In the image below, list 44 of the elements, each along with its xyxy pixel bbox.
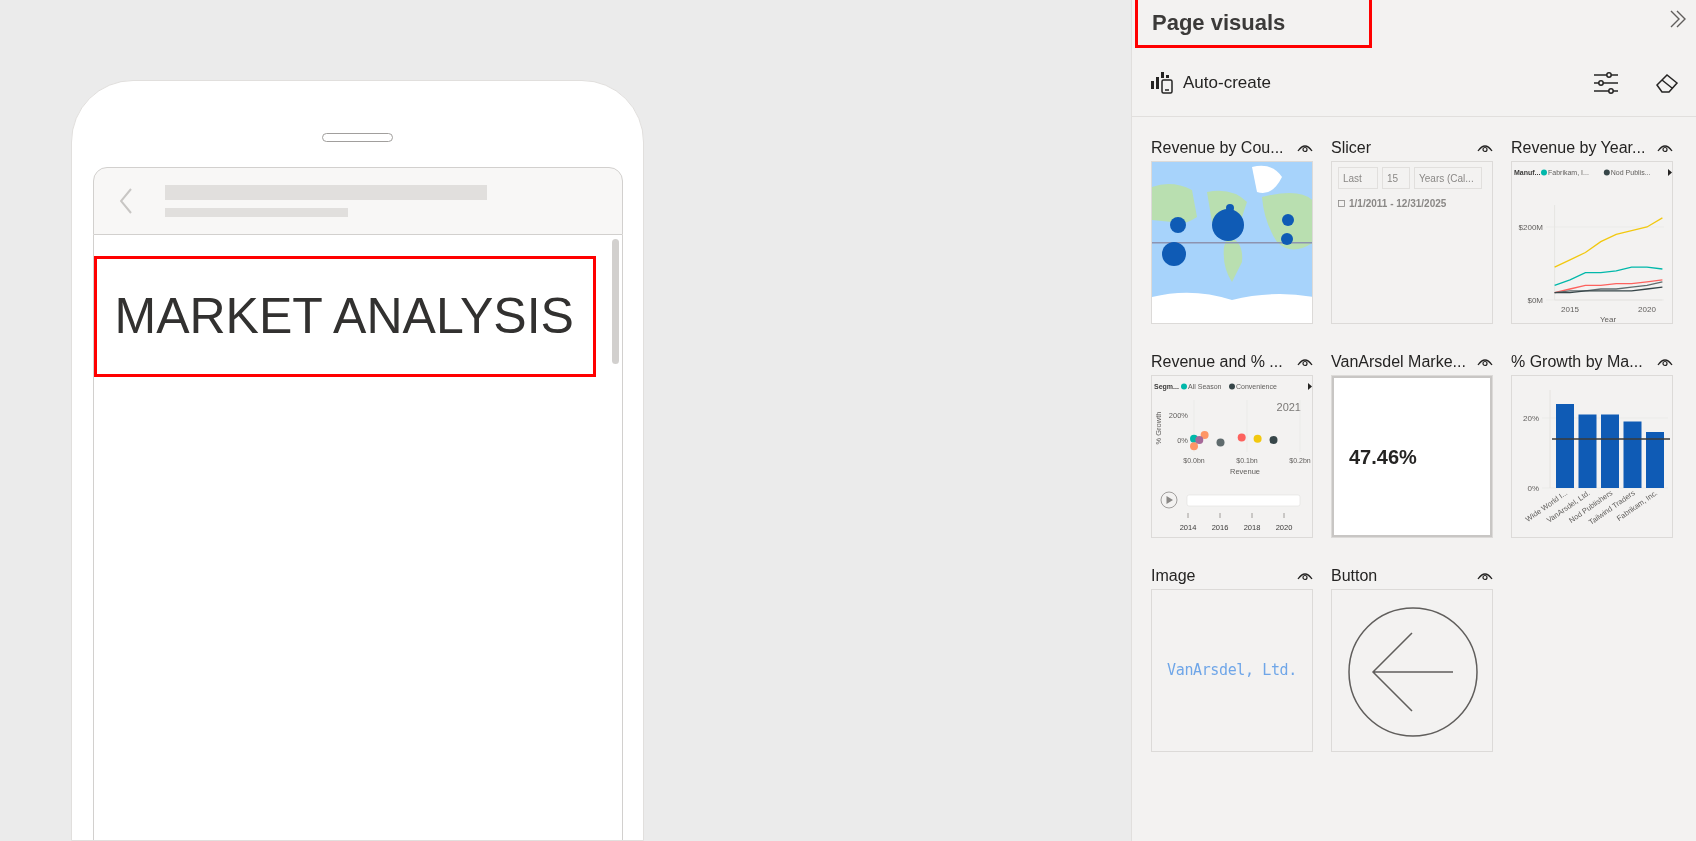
filter-sliders-icon[interactable] [1594,72,1618,94]
visual-title: Slicer [1331,138,1371,158]
visual-title: Image [1151,566,1196,586]
page-title: MARKET ANALYSIS [114,287,574,346]
legend-next-icon[interactable] [1668,169,1672,176]
logo-text: VanArsdel, Ltd. [1167,660,1297,682]
tick-label: 0% [1527,484,1539,493]
visual-title: Revenue and % ... [1151,352,1283,372]
dropdown-field[interactable]: Years (Cal... [1414,167,1482,189]
tick-label: $200M [1518,223,1543,232]
dropdown-field[interactable]: 15 [1382,167,1410,189]
visual-title: Revenue by Year... [1511,138,1646,158]
play-year-label: 2021 [1276,401,1301,413]
visual-title: Button [1331,566,1378,586]
visual-title: Revenue by Cou... [1151,138,1284,158]
tick-label: 2020 [1638,305,1656,314]
visual-thumbnail[interactable]: 47.46% [1331,375,1493,538]
collapse-chevrons-icon[interactable] [1669,10,1687,28]
tick-label: 20% [1523,414,1539,423]
chart-phone-icon [1151,72,1175,94]
eye-icon[interactable] [1657,143,1673,153]
date-range: 1/1/2011 - 12/31/2025 [1349,197,1447,211]
tick-label: $0M [1527,296,1543,305]
eye-icon[interactable] [1477,143,1493,153]
visual-title: % Growth by Ma... [1511,352,1643,372]
visual-title: VanArsdel Marke... [1331,352,1466,372]
eye-icon[interactable] [1477,571,1493,581]
play-button[interactable] [1160,491,1178,509]
eye-icon[interactable] [1657,357,1673,367]
auto-create-button[interactable]: Auto-create [1151,70,1271,96]
eye-icon[interactable] [1477,357,1493,367]
card-value: 47.46% [1349,444,1417,470]
eye-icon[interactable] [1297,143,1313,153]
tick-label: 2015 [1561,305,1579,314]
eraser-icon[interactable] [1656,72,1679,94]
eye-icon[interactable] [1297,357,1313,367]
panel-title: Page visuals [1152,9,1286,37]
legend-next-icon[interactable] [1308,383,1312,390]
dropdown-field[interactable]: Last [1338,167,1378,189]
axis-title: Year [1599,315,1617,323]
scrollbar-thumb[interactable] [611,239,619,364]
eye-icon[interactable] [1297,571,1313,581]
visual-thumbnail[interactable] [1331,589,1493,752]
visual-thumbnail[interactable]: Last 15 Years (Cal... 1/1/2011 - 12/31/2025 [1331,161,1493,324]
